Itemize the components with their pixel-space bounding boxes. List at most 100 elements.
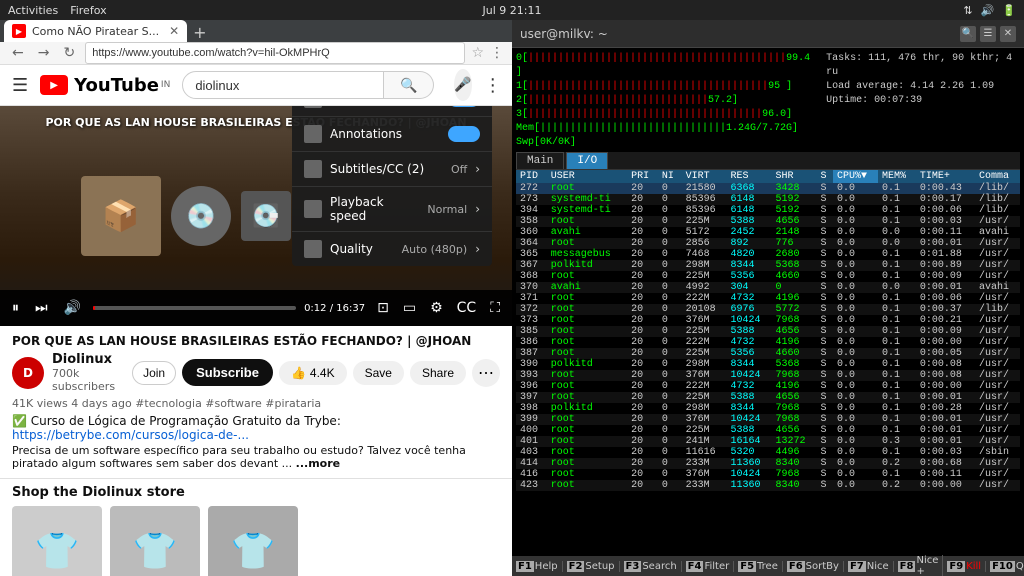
table-row[interactable]: 385 root 20 0 225M 5388 4656 S 0.0 0.1 0… <box>516 326 1020 337</box>
col-cpu[interactable]: CPU%▼ <box>833 170 878 183</box>
activities-label[interactable]: Activities <box>8 4 58 17</box>
fnkey-help[interactable]: F1Help <box>512 561 563 572</box>
next-button[interactable]: ⏭ <box>31 298 52 318</box>
table-row[interactable]: 360 avahi 20 0 5172 2452 2148 S 0.0 0.0 … <box>516 227 1020 238</box>
col-mem[interactable]: MEM% <box>878 170 916 183</box>
browser-menu-button[interactable]: ⋮ <box>490 45 504 61</box>
col-s[interactable]: S <box>816 170 833 183</box>
list-item[interactable]: 👕 CAMISETA PRETA - DARK ... R$69.90 Loja <box>12 506 102 576</box>
save-button[interactable]: Save <box>353 361 404 385</box>
quality-item[interactable]: Quality Auto (480p) › <box>292 232 492 266</box>
col-virt[interactable]: VIRT <box>682 170 727 183</box>
miniplayer-button[interactable]: ⊡ <box>373 298 393 318</box>
audio-icon[interactable]: 🔊 <box>981 4 995 17</box>
youtube-logo[interactable]: YouTube IN <box>40 75 170 96</box>
htop-tab-io[interactable]: I/O <box>566 152 608 169</box>
table-row[interactable]: 399 root 20 0 376M 10424 7968 S 0.0 0.1 … <box>516 414 1020 425</box>
firefox-label[interactable]: Firefox <box>70 4 106 17</box>
col-ni[interactable]: NI <box>658 170 682 183</box>
fullscreen-button[interactable]: ⛶ <box>486 298 504 318</box>
table-row[interactable]: 394 systemd-ti 20 0 85396 6148 5192 S 0.… <box>516 205 1020 216</box>
fnkey-filter[interactable]: F4Filter <box>682 561 735 572</box>
table-row[interactable]: 367 polkitd 20 0 298M 8344 5368 S 0.0 0.… <box>516 260 1020 271</box>
table-row[interactable]: 396 root 20 0 222M 4732 4196 S 0.0 0.1 0… <box>516 381 1020 392</box>
table-row[interactable]: 273 systemd-ti 20 0 85396 6148 5192 S 0.… <box>516 194 1020 205</box>
table-row[interactable]: 423 root 20 0 233M 11360 8340 S 0.0 0.2 … <box>516 480 1020 491</box>
theater-button[interactable]: ▭ <box>399 298 420 318</box>
stable-volume-toggle[interactable] <box>448 106 480 107</box>
bookmark-icon[interactable]: ☆ <box>471 45 484 61</box>
hamburger-icon[interactable]: ☰ <box>12 75 28 96</box>
table-row[interactable]: 364 root 20 0 2856 892 776 S 0.0 0.0 0:0… <box>516 238 1020 249</box>
table-row[interactable]: 398 polkitd 20 0 298M 8344 7968 S 0.0 0.… <box>516 403 1020 414</box>
settings-gear-button[interactable]: ⚙ <box>426 298 447 318</box>
table-row[interactable]: 416 root 20 0 376M 10424 7968 S 0.0 0.1 … <box>516 469 1020 480</box>
table-row[interactable]: 365 messagebus 20 0 7468 4820 2680 S 0.0… <box>516 249 1020 260</box>
fnkey-quit[interactable]: F10Quit <box>986 561 1024 572</box>
fnkey-search[interactable]: F3Search <box>620 561 682 572</box>
table-row[interactable]: 370 avahi 20 0 4992 304 0 S 0.0 0.0 0:00… <box>516 282 1020 293</box>
list-item[interactable]: 👕 MOLETOM CINZA - FRIEN... R$199.90 Loja <box>208 506 298 576</box>
fnkey-kill[interactable]: F9Kill <box>943 561 986 572</box>
cc-button[interactable]: CC <box>453 298 481 318</box>
join-button[interactable]: Join <box>132 361 176 385</box>
search-terminal-button[interactable]: 🔍 <box>960 26 976 42</box>
col-pri[interactable]: PRI <box>627 170 658 183</box>
table-row[interactable]: 272 root 20 0 21580 6368 3428 S 0.0 0.1 … <box>516 183 1020 194</box>
new-tab-button[interactable]: + <box>187 23 212 42</box>
playback-speed-item[interactable]: Playback speed Normal › <box>292 187 492 232</box>
forward-button[interactable]: → <box>34 43 54 63</box>
table-row[interactable]: 373 root 20 0 376M 10424 7968 S 0.0 0.1 … <box>516 315 1020 326</box>
table-row[interactable]: 401 root 20 0 241M 16164 13272 S 0.0 0.3… <box>516 436 1020 447</box>
col-cmd[interactable]: Comma <box>975 170 1020 183</box>
col-res[interactable]: RES <box>727 170 772 183</box>
back-button[interactable]: ← <box>8 43 28 63</box>
url-input[interactable] <box>85 42 465 64</box>
mic-button[interactable]: 🎤 <box>454 69 471 101</box>
fnkey-sortby[interactable]: F6SortBy <box>783 561 844 572</box>
fnkey-setup[interactable]: F2Setup <box>563 561 620 572</box>
subscribe-button[interactable]: Subscribe <box>182 359 273 386</box>
course-link[interactable]: https://betrybe.com/cursos/logica-de-... <box>12 428 249 442</box>
play-pause-button[interactable]: ⏸ <box>8 298 23 318</box>
list-item[interactable]: 👕 CAMISETA PRETA - DIOL... R$69.90 Loja <box>110 506 200 576</box>
terminal-body[interactable]: 0[||||||||||||||||||||||||||||||||||||||… <box>512 48 1024 556</box>
col-time[interactable]: TIME+ <box>916 170 975 183</box>
table-row[interactable]: 387 root 20 0 225M 5356 4660 S 0.0 0.1 0… <box>516 348 1020 359</box>
fnkey-nice[interactable]: F7Nice <box>844 561 894 572</box>
search-button[interactable]: 🔍 <box>384 71 434 99</box>
annotations-item[interactable]: Annotations <box>292 117 492 152</box>
htop-tab-main[interactable]: Main <box>516 152 564 169</box>
more-button[interactable]: ...more <box>296 457 340 470</box>
progress-bar[interactable] <box>93 306 296 310</box>
search-input[interactable] <box>182 71 384 99</box>
table-row[interactable]: 390 polkitd 20 0 298M 8344 5368 S 0.0 0.… <box>516 359 1020 370</box>
fnkey-nice +[interactable]: F8Nice + <box>894 555 944 576</box>
subtitles-item[interactable]: Subtitles/CC (2) Off › <box>292 152 492 187</box>
table-row[interactable]: 386 root 20 0 222M 4732 4196 S 0.0 0.1 0… <box>516 337 1020 348</box>
annotations-toggle[interactable] <box>448 126 480 142</box>
like-button[interactable]: 👍 4.4K <box>279 361 347 385</box>
fnkey-tree[interactable]: F5Tree <box>734 561 783 572</box>
col-shr[interactable]: SHR <box>771 170 816 183</box>
stable-volume-item[interactable]: Stable Volume <box>292 106 492 117</box>
tab-close-button[interactable]: ✕ <box>169 24 179 38</box>
share-button[interactable]: Share <box>410 361 466 385</box>
browser-tab-active[interactable]: ▶ Como NÃO Piratear S... ✕ <box>4 20 187 42</box>
volume-button[interactable]: 🔊 <box>60 298 85 318</box>
table-row[interactable]: 372 root 20 0 20108 6976 5772 S 0.0 0.1 … <box>516 304 1020 315</box>
col-user[interactable]: USER <box>547 170 627 183</box>
reload-button[interactable]: ↻ <box>59 43 79 63</box>
terminal-settings-button[interactable]: ☰ <box>980 26 996 42</box>
table-row[interactable]: 371 root 20 0 222M 4732 4196 S 0.0 0.1 0… <box>516 293 1020 304</box>
close-terminal-button[interactable]: ✕ <box>1000 26 1016 42</box>
table-row[interactable]: 368 root 20 0 225M 5356 4660 S 0.0 0.1 0… <box>516 271 1020 282</box>
table-row[interactable]: 358 root 20 0 225M 5388 4656 S 0.0 0.1 0… <box>516 216 1020 227</box>
table-row[interactable]: 397 root 20 0 225M 5388 4656 S 0.0 0.1 0… <box>516 392 1020 403</box>
table-row[interactable]: 400 root 20 0 225M 5388 4656 S 0.0 0.1 0… <box>516 425 1020 436</box>
table-row[interactable]: 414 root 20 0 233M 11360 8340 S 0.0 0.2 … <box>516 458 1020 469</box>
more-options-icon[interactable]: ⋮ <box>484 75 502 96</box>
more-options-button[interactable]: ⋯ <box>472 359 500 387</box>
col-pid[interactable]: PID <box>516 170 547 183</box>
table-row[interactable]: 403 root 20 0 11616 5320 4496 S 0.0 0.1 … <box>516 447 1020 458</box>
